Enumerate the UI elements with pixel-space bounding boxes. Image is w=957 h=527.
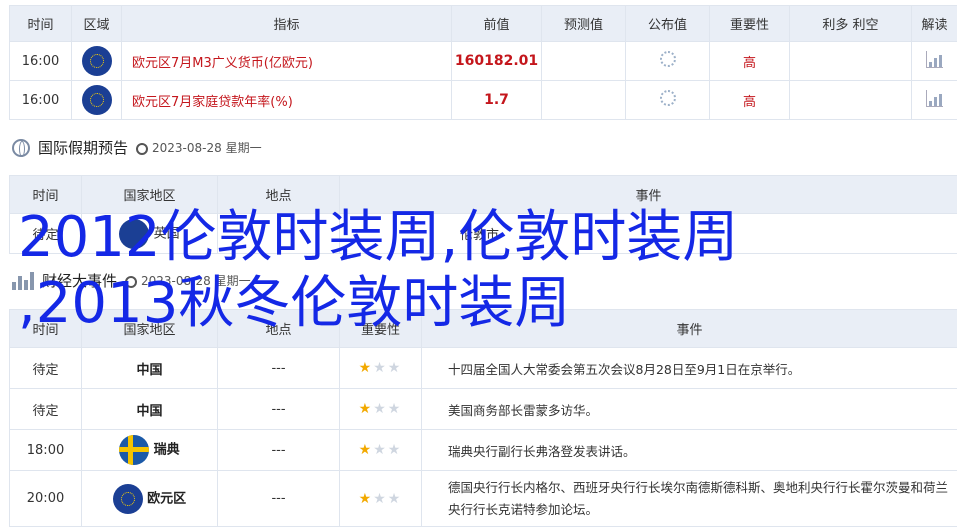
table-row[interactable]: 16:00 欧元区7月M3广义货币(亿欧元) 160182.01 高 [9, 41, 957, 81]
row-event: 美国商务部长雷蒙多访华。 [421, 388, 957, 430]
impact-value [789, 80, 912, 120]
row-event: 德国央行行长内格尔、西班牙央行行长埃尔南德斯德科斯、奥地利央行行长霍尔茨曼和荷兰… [421, 470, 957, 527]
events-table: 时间 国家地区 地点 重要性 事件 待定 中国 --- ★★★ 十四届全国人大常… [9, 309, 957, 527]
row-event: 十四届全国人大常委会第五次会议8月28日至9月1日在京举行。 [421, 347, 957, 389]
loading-icon [659, 51, 676, 67]
table-row[interactable]: 20:00 欧元区 --- ★★★ 德国央行行长内格尔、西班牙央行行长埃尔南德斯… [9, 470, 957, 527]
prev-value: 160182.01 [451, 41, 542, 81]
importance-stars: ★★★ [339, 470, 422, 527]
importance-stars: ★★★ [339, 388, 422, 430]
holiday-section-header: 国际假期预告 2023-08-28 星期一 [12, 137, 262, 158]
star-icon: ★ [387, 490, 403, 507]
row-time: 16:00 [9, 80, 72, 120]
clock-icon [136, 142, 149, 155]
table-row[interactable]: 16:00 欧元区7月家庭贷款年率(%) 1.7 高 [9, 80, 957, 120]
row-country: 欧元区 [147, 491, 187, 506]
row-country: 瑞典 [153, 442, 180, 458]
overlay-headline: 2012伦敦时装周,伦敦时装周 ,2013秋冬伦敦时装周 [18, 205, 739, 336]
star-icon: ★ [387, 360, 403, 376]
importance-stars: ★★★ [339, 347, 422, 389]
holiday-section-title: 国际假期预告 [38, 139, 129, 157]
importance-value: 高 [709, 41, 790, 81]
star-icon: ★ [358, 401, 374, 417]
chart-icon[interactable] [926, 89, 943, 107]
eu-flag-icon [81, 46, 112, 76]
star-icon: ★ [373, 401, 388, 417]
col-region: 区域 [71, 5, 122, 42]
row-time: 待定 [9, 347, 82, 389]
row-time: 20:00 [9, 470, 82, 527]
col-actual: 公布值 [625, 5, 710, 42]
eu-flag-icon [81, 85, 112, 115]
impact-value [789, 41, 912, 81]
row-place: --- [217, 470, 340, 527]
star-icon: ★ [387, 401, 403, 417]
sweden-flag-icon [119, 435, 150, 465]
indicators-header-row: 时间 区域 指标 前值 预测值 公布值 重要性 利多 利空 解读 [9, 5, 957, 42]
row-place: --- [217, 347, 340, 389]
row-time: 16:00 [9, 41, 72, 81]
importance-value: 高 [709, 80, 790, 120]
forecast-value [541, 41, 626, 81]
eu-flag-icon [112, 483, 143, 514]
table-row[interactable]: 待定 中国 --- ★★★ 美国商务部长雷蒙多访华。 [9, 388, 957, 430]
row-time: 待定 [9, 388, 82, 430]
star-icon: ★ [373, 442, 388, 458]
row-place: --- [217, 429, 340, 471]
col-impact: 利多 利空 [789, 5, 912, 42]
indicator-link[interactable]: 欧元区7月M3广义货币(亿欧元) [121, 41, 452, 81]
table-row[interactable]: 18:00 瑞典 --- ★★★ 瑞典央行副行长弗洛登发表讲话。 [9, 429, 957, 471]
row-country: 中国 [81, 388, 218, 430]
star-icon: ★ [358, 360, 374, 376]
star-icon: ★ [387, 442, 403, 458]
row-event: 瑞典央行副行长弗洛登发表讲话。 [421, 429, 957, 471]
star-icon: ★ [358, 490, 374, 507]
col-indicator: 指标 [121, 5, 452, 42]
indicator-link[interactable]: 欧元区7月家庭贷款年率(%) [121, 80, 452, 120]
col-prev: 前值 [451, 5, 542, 42]
importance-stars: ★★★ [339, 429, 422, 471]
loading-icon [659, 90, 676, 106]
forecast-value [541, 80, 626, 120]
col-forecast: 预测值 [541, 5, 626, 42]
star-icon: ★ [373, 490, 388, 507]
col-time: 时间 [9, 5, 72, 42]
col-analysis: 解读 [911, 5, 957, 42]
row-place: --- [217, 388, 340, 430]
row-country: 中国 [81, 347, 218, 389]
row-time: 18:00 [9, 429, 82, 471]
chart-icon[interactable] [926, 50, 943, 68]
col-importance: 重要性 [709, 5, 790, 42]
star-icon: ★ [373, 360, 388, 376]
prev-value: 1.7 [451, 80, 542, 120]
indicators-table: 时间 区域 指标 前值 预测值 公布值 重要性 利多 利空 解读 16:00 欧… [9, 5, 957, 120]
star-icon: ★ [358, 442, 374, 458]
table-row[interactable]: 待定 中国 --- ★★★ 十四届全国人大常委会第五次会议8月28日至9月1日在… [9, 347, 957, 389]
holiday-section-date: 2023-08-28 星期一 [152, 141, 262, 155]
globe-icon [12, 138, 30, 157]
